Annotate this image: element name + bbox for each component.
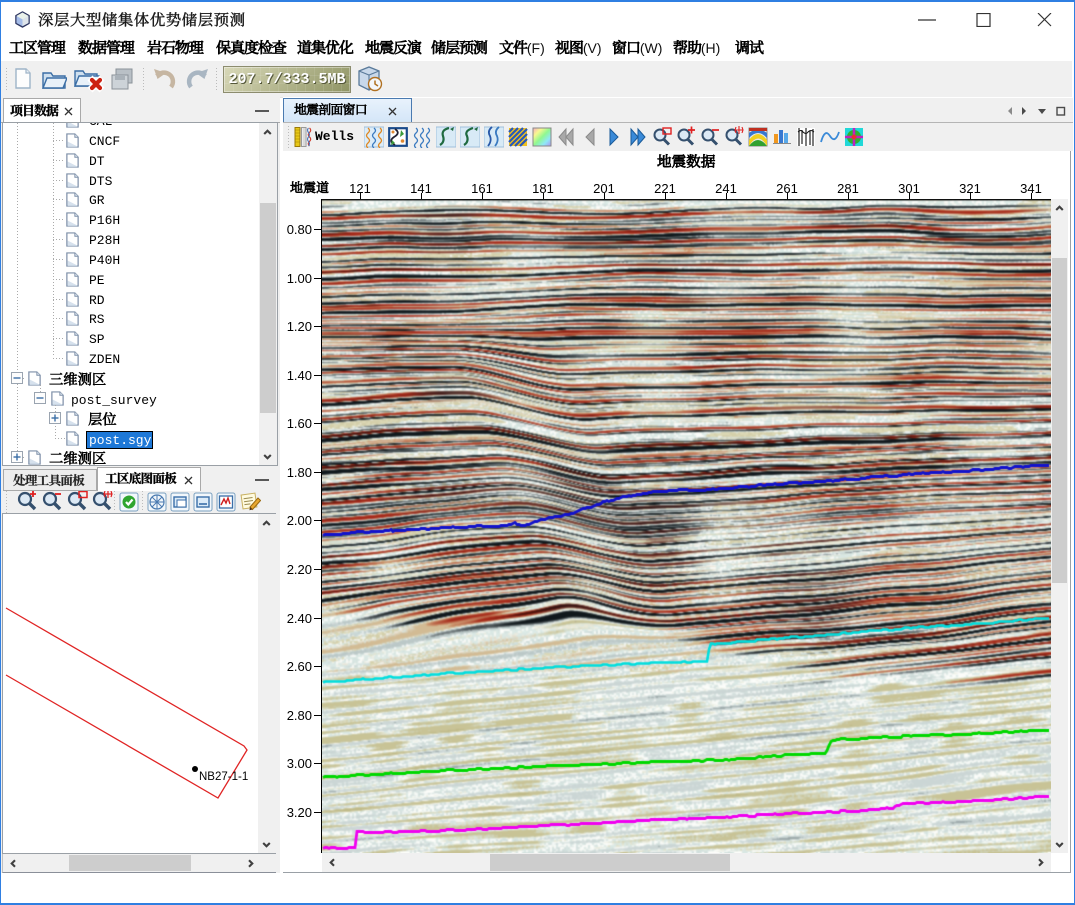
svg-text:NB27-1-1: NB27-1-1 — [199, 771, 248, 783]
